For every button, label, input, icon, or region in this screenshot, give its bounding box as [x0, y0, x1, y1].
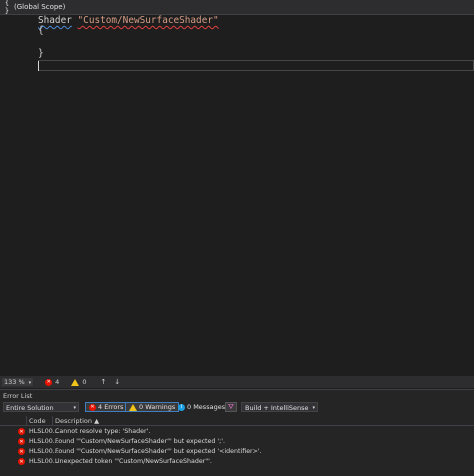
table-row[interactable]: ✕ HLSL00... Cannot resolve type: 'Shader… [0, 427, 474, 436]
status-warnings[interactable]: 0 [71, 378, 86, 386]
scope-filter-value: Entire Solution [6, 404, 54, 412]
zoom-dropdown-icon: ▾ [28, 380, 32, 386]
error-description: Cannot resolve type: 'Shader'. [55, 428, 151, 435]
warning-icon [129, 403, 137, 411]
build-filter-select[interactable]: Build + IntelliSense ▾ [241, 402, 318, 412]
warnings-filter-label: 0 Warnings [139, 402, 176, 411]
current-line-highlight [38, 60, 474, 71]
code-line-1: Shader "Custom/NewSurfaceShader" [38, 15, 219, 27]
next-issue-icon[interactable]: ↓ [114, 378, 120, 386]
error-icon: ✕ [18, 458, 25, 465]
column-separator [26, 416, 27, 425]
code-line-4: } [38, 48, 44, 59]
error-table-header: Code Description ▲ [0, 416, 474, 426]
status-warning-count: 0 [82, 378, 87, 386]
warning-icon [71, 378, 80, 386]
error-description: Found '"Custom/NewSurfaceShader"' but ex… [55, 448, 262, 455]
table-row[interactable]: ✕ HLSL00... Unexpected token '"Custom/Ne… [0, 457, 474, 466]
errors-filter-label: 4 Errors [98, 402, 124, 411]
filter-icon[interactable]: ⛛ [225, 402, 237, 412]
info-icon: i [178, 403, 185, 411]
error-icon: ✕ [18, 428, 25, 435]
error-description: Unexpected token '"Custom/NewSurfaceShad… [55, 458, 212, 465]
chevron-down-icon: ▾ [312, 405, 315, 411]
editor-status-bar: 133 % ▾ ✕ 4 0 ↑ ↓ [0, 376, 474, 388]
column-header-description[interactable]: Description ▲ [55, 417, 99, 425]
chevron-down-icon: ▾ [73, 405, 76, 411]
error-list-panel: Error List Entire Solution ▾ ✕ 4 Errors … [0, 389, 474, 476]
error-icon: ✕ [89, 403, 96, 411]
column-header-code[interactable]: Code [29, 417, 46, 425]
warnings-filter-button[interactable]: 0 Warnings [125, 402, 180, 412]
column-header-description-label: Description [55, 417, 93, 425]
panel-title: Error List [3, 392, 33, 400]
messages-filter-label: 0 Messages [187, 402, 226, 411]
status-error-count: 4 [55, 378, 60, 386]
error-icon: ✕ [18, 448, 25, 455]
editor-gutter [0, 15, 12, 374]
code-line-2: { [38, 25, 44, 36]
error-list-toolbar: Entire Solution ▾ ✕ 4 Errors 0 Warnings … [0, 402, 474, 414]
previous-issue-icon[interactable]: ↑ [100, 378, 106, 386]
zoom-level[interactable]: 133 % ▾ [2, 378, 34, 386]
table-row[interactable]: ✕ HLSL00... Found '"Custom/NewSurfaceSha… [0, 447, 474, 456]
errors-filter-button[interactable]: ✕ 4 Errors [85, 402, 128, 412]
error-icon: ✕ [18, 438, 25, 445]
text-caret [38, 61, 39, 71]
code-editor[interactable]: Shader "Custom/NewSurfaceShader" { } [0, 15, 474, 374]
scope-label[interactable]: (Global Scope) [14, 3, 65, 11]
sort-ascending-icon: ▲ [94, 417, 100, 425]
build-filter-value: Build + IntelliSense [245, 404, 309, 412]
status-errors[interactable]: ✕ 4 [45, 378, 59, 386]
shader-name-string: "Custom/NewSurfaceShader" [77, 15, 219, 26]
braces-icon: { } [4, 0, 10, 15]
error-description: Found '"Custom/NewSurfaceShader"' but ex… [55, 438, 225, 445]
scope-bar[interactable]: { } (Global Scope) [0, 0, 474, 15]
table-row[interactable]: ✕ HLSL00... Found '"Custom/NewSurfaceSha… [0, 437, 474, 446]
scope-filter-select[interactable]: Entire Solution ▾ [3, 402, 79, 412]
column-separator [52, 416, 53, 425]
zoom-value: 133 % [4, 378, 25, 386]
error-icon: ✕ [45, 378, 53, 386]
messages-filter-button[interactable]: i 0 Messages [174, 402, 229, 412]
